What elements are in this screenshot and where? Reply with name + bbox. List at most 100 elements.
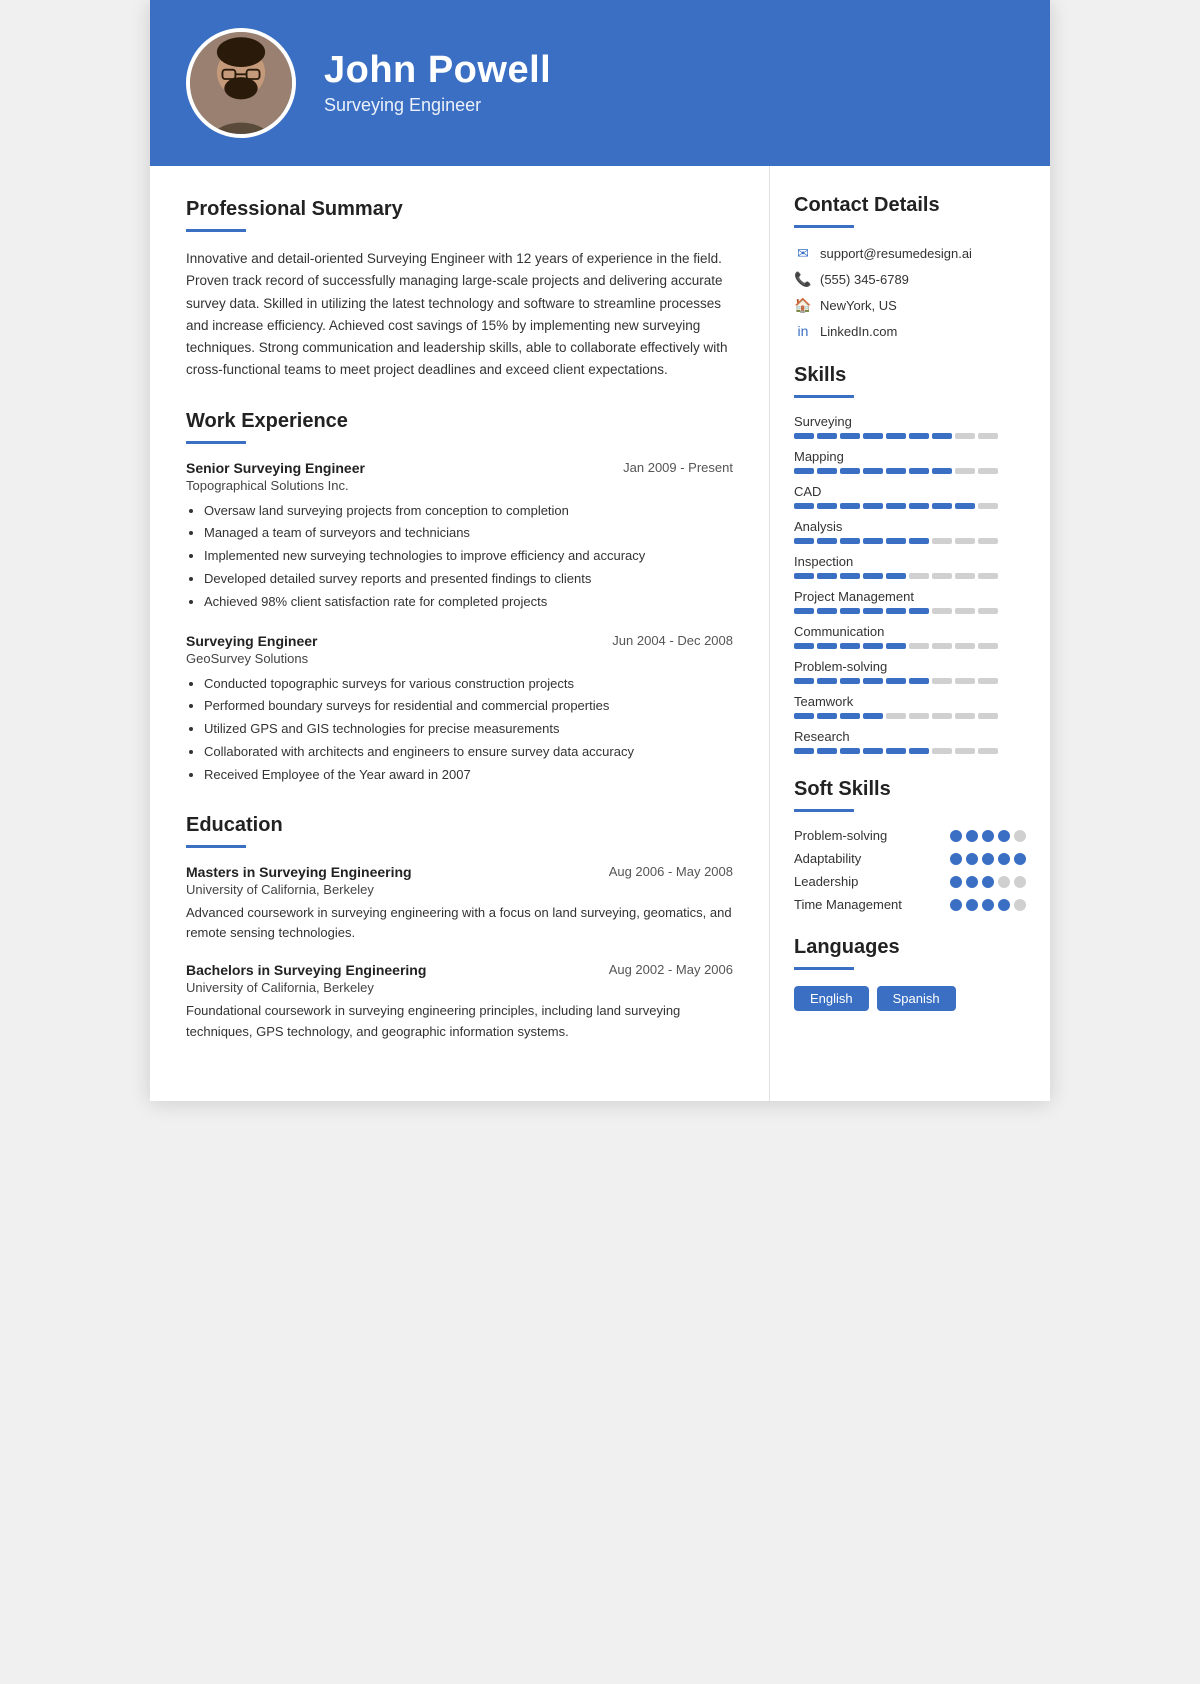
job-bullet: Oversaw land surveying projects from con…: [204, 501, 733, 522]
edu-item: Masters in Surveying Engineering Aug 200…: [186, 864, 733, 945]
education-section: Education Masters in Surveying Engineeri…: [186, 814, 733, 1043]
skill-segment: [886, 433, 906, 439]
skill-bar: [794, 713, 1026, 719]
soft-skills-section: Soft Skills Problem-solving Adaptability…: [794, 778, 1026, 912]
skill-segment: [932, 433, 952, 439]
language-tag: Spanish: [877, 986, 956, 1011]
skill-segment: [886, 468, 906, 474]
job-bullet: Implemented new surveying technologies t…: [204, 546, 733, 567]
skill-bar: [794, 433, 1026, 439]
skill-bar: [794, 748, 1026, 754]
skill-segment: [909, 538, 929, 544]
skill-segment: [978, 643, 998, 649]
skill-segment: [817, 538, 837, 544]
skill-segment: [840, 678, 860, 684]
edu-dates: Aug 2002 - May 2006: [609, 962, 733, 977]
skill-dot: [998, 853, 1010, 865]
languages-list: EnglishSpanish: [794, 986, 1026, 1011]
skill-segment: [955, 748, 975, 754]
header: John Powell Surveying Engineer: [150, 0, 1050, 166]
skill-segment: [978, 678, 998, 684]
skill-segment: [794, 433, 814, 439]
job-item: Senior Surveying Engineer Jan 2009 - Pre…: [186, 460, 733, 613]
header-info: John Powell Surveying Engineer: [324, 50, 551, 117]
contact-phone: 📞 (555) 345-6789: [794, 270, 1026, 288]
skill-item: Teamwork: [794, 694, 1026, 719]
soft-skill-name: Adaptability: [794, 851, 904, 866]
soft-skill-name: Problem-solving: [794, 828, 904, 843]
skill-dot: [950, 899, 962, 911]
skill-segment: [794, 608, 814, 614]
skill-dot: [998, 830, 1010, 842]
languages-section: Languages EnglishSpanish: [794, 936, 1026, 1011]
side-column: Contact Details ✉ support@resumedesign.a…: [770, 166, 1050, 1101]
skill-segment: [955, 503, 975, 509]
edu-degree: Bachelors in Surveying Engineering: [186, 962, 426, 978]
soft-skill-name: Time Management: [794, 897, 904, 912]
skill-bar: [794, 538, 1026, 544]
skill-segment: [886, 573, 906, 579]
work-title: Work Experience: [186, 410, 733, 433]
skill-dots: [950, 830, 1026, 842]
phone-icon: 📞: [794, 270, 812, 288]
job-header: Surveying Engineer Jun 2004 - Dec 2008: [186, 633, 733, 649]
header-title: Surveying Engineer: [324, 95, 551, 116]
skill-segment: [909, 643, 929, 649]
edu-header: Bachelors in Surveying Engineering Aug 2…: [186, 962, 733, 978]
skill-dot: [966, 830, 978, 842]
skill-segment: [863, 608, 883, 614]
email-icon: ✉: [794, 244, 812, 262]
skill-segment: [886, 643, 906, 649]
skill-segment: [932, 573, 952, 579]
skill-segment: [955, 608, 975, 614]
summary-section: Professional Summary Innovative and deta…: [186, 198, 733, 382]
skill-bar: [794, 678, 1026, 684]
work-underline: [186, 441, 246, 444]
linkedin-value: LinkedIn.com: [820, 324, 897, 339]
skill-segment: [840, 643, 860, 649]
skill-segment: [794, 468, 814, 474]
skill-bar: [794, 468, 1026, 474]
skill-segment: [955, 643, 975, 649]
skill-segment: [817, 503, 837, 509]
job-company: GeoSurvey Solutions: [186, 651, 733, 666]
skill-name: Mapping: [794, 449, 1026, 464]
skill-segment: [932, 643, 952, 649]
skill-segment: [794, 678, 814, 684]
skill-dot: [982, 830, 994, 842]
skill-segment: [932, 608, 952, 614]
skill-item: Problem-solving: [794, 659, 1026, 684]
skill-dot: [1014, 853, 1026, 865]
skill-segment: [978, 713, 998, 719]
skill-segment: [978, 468, 998, 474]
skill-segment: [863, 538, 883, 544]
edu-item: Bachelors in Surveying Engineering Aug 2…: [186, 962, 733, 1043]
skill-segment: [932, 503, 952, 509]
job-bullet: Received Employee of the Year award in 2…: [204, 765, 733, 786]
jobs-list: Senior Surveying Engineer Jan 2009 - Pre…: [186, 460, 733, 786]
skill-dot: [982, 876, 994, 888]
skill-segment: [863, 433, 883, 439]
skill-segment: [817, 748, 837, 754]
skill-segment: [978, 748, 998, 754]
skill-segment: [840, 573, 860, 579]
skill-segment: [794, 573, 814, 579]
skill-dot: [998, 899, 1010, 911]
skill-segment: [886, 608, 906, 614]
soft-skills-underline: [794, 809, 854, 812]
skill-dot: [1014, 876, 1026, 888]
job-dates: Jan 2009 - Present: [623, 460, 733, 475]
skill-segment: [886, 538, 906, 544]
skill-segment: [794, 503, 814, 509]
summary-underline: [186, 229, 246, 232]
skill-dots: [950, 853, 1026, 865]
skill-dot: [966, 853, 978, 865]
skill-name: Communication: [794, 624, 1026, 639]
skill-bar: [794, 503, 1026, 509]
skill-name: Inspection: [794, 554, 1026, 569]
skill-name: Research: [794, 729, 1026, 744]
skill-segment: [932, 678, 952, 684]
skill-segment: [909, 573, 929, 579]
edu-dates: Aug 2006 - May 2008: [609, 864, 733, 879]
contact-location: 🏠 NewYork, US: [794, 296, 1026, 314]
